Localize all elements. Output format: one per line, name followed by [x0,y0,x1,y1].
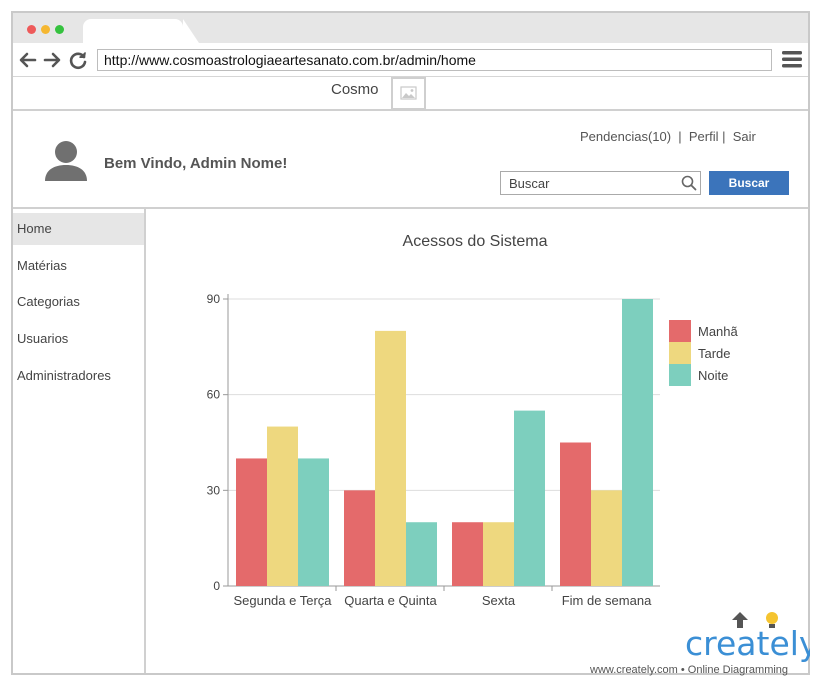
browser-window: http://www.cosmoastrologiaeartesanato.co… [11,11,810,675]
page-header: Bem Vindo, Admin Nome! Pendencias(10) | … [13,111,808,209]
sidebar-item-categorias[interactable]: Categorias [13,286,144,318]
y-tick-label: 0 [213,579,220,593]
sidebar-item-materias[interactable]: Matérias [13,250,144,282]
perfil-link[interactable]: Perfil [689,129,719,144]
creately-tagline: www.creately.com • Online Diagramming [589,664,788,676]
browser-tab[interactable] [83,19,199,43]
site-brand-row: Cosmo [13,77,808,111]
bar [560,442,591,586]
bar [344,490,375,586]
bar [267,426,298,586]
y-tick-label: 60 [207,388,221,402]
address-bar[interactable]: http://www.cosmoastrologiaeartesanato.co… [97,49,772,71]
search-icon[interactable] [681,175,697,191]
minimize-window-dot[interactable] [41,25,50,34]
site-name: Cosmo [331,81,379,98]
sidebar-item-usuarios[interactable]: Usuarios [13,323,144,355]
search-button[interactable]: Buscar [709,171,789,195]
forward-arrow-icon[interactable] [41,49,63,71]
search-input[interactable] [501,172,679,194]
x-tick-label: Segunda e Terça [233,593,332,608]
bar [622,299,653,586]
sair-link[interactable]: Sair [733,129,756,144]
link-separator: | [671,129,689,144]
maximize-window-dot[interactable] [55,25,64,34]
bar [514,410,545,586]
sidebar-item-home[interactable]: Home [13,213,144,245]
top-links: Pendencias(10) | Perfil | Sair [580,129,756,144]
y-tick-label: 90 [207,292,221,306]
browser-titlebar [13,13,808,43]
bar [452,522,483,586]
link-separator: | [718,129,733,144]
legend-label: Manhã [698,324,739,339]
sidebar: Home Matérias Categorias Usuarios Admini… [13,209,146,673]
bar [375,330,406,586]
bar [236,458,267,586]
x-tick-label: Quarta e Quinta [344,593,437,608]
bar [406,522,437,586]
search-box [500,171,701,195]
back-arrow-icon[interactable] [17,49,39,71]
image-placeholder-icon [391,77,426,110]
y-tick-label: 30 [207,483,221,497]
creately-watermark: creately www.creately.com • Online Diagr… [580,600,818,680]
browser-navbar: http://www.cosmoastrologiaeartesanato.co… [13,43,808,77]
welcome-message: Bem Vindo, Admin Nome! [104,155,288,172]
legend-swatch [669,364,691,386]
sidebar-item-administradores[interactable]: Administradores [13,360,144,392]
reload-icon[interactable] [67,49,89,71]
chart-title: Acessos do Sistema [403,233,548,250]
legend-label: Noite [698,368,728,383]
legend-label: Tarde [698,346,731,361]
bar [591,490,622,586]
user-avatar-icon [44,139,88,183]
legend-swatch [669,342,691,364]
pendencias-link[interactable]: Pendencias(10) [580,129,671,144]
legend-swatch [669,320,691,342]
creately-brand: creately [685,624,810,663]
bar [483,522,514,586]
bar [298,458,329,586]
x-tick-label: Sexta [482,593,516,608]
hamburger-menu-icon[interactable] [782,49,802,69]
close-window-dot[interactable] [27,25,36,34]
